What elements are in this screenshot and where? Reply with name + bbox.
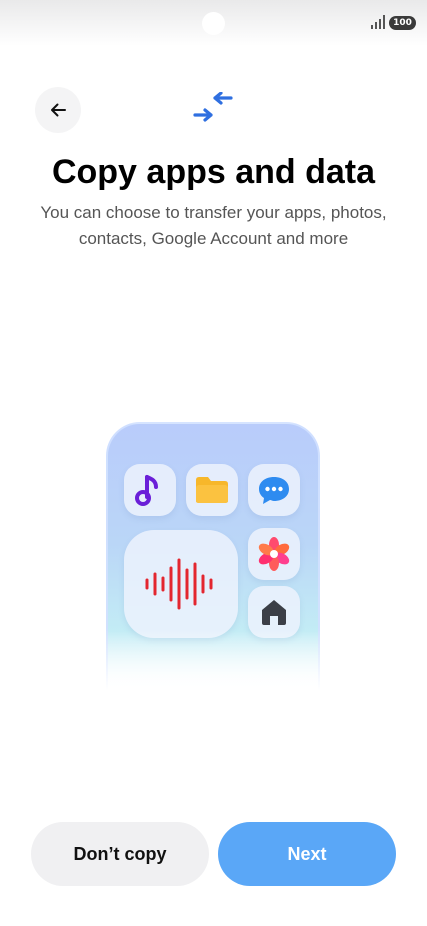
phone-illustration — [106, 422, 320, 690]
back-button[interactable] — [35, 87, 81, 133]
front-camera — [202, 12, 225, 35]
music-icon — [135, 475, 158, 506]
arrow-left-icon — [51, 103, 66, 117]
messages-app-tile — [248, 464, 300, 516]
sound-recorder-icon — [145, 558, 213, 610]
battery-level: 100 — [393, 18, 412, 28]
files-app-tile — [186, 464, 238, 516]
transfer-arrows-icon — [193, 92, 233, 122]
status-bar: 100 — [0, 0, 427, 46]
folder-icon — [196, 477, 228, 503]
home-icon — [262, 600, 286, 625]
gallery-app-tile — [248, 528, 300, 580]
music-app-tile — [124, 464, 176, 516]
recorder-app-tile — [124, 530, 238, 638]
messages-icon — [259, 477, 289, 504]
page-subtitle: You can choose to transfer your apps, ph… — [40, 203, 387, 248]
phone-fade — [106, 630, 320, 690]
gallery-icon — [258, 537, 290, 571]
dont-copy-button[interactable]: Don’t copy — [31, 822, 209, 886]
battery-icon: 100 — [389, 16, 416, 30]
signal-icon — [371, 15, 385, 29]
page-title: Copy apps and data — [51, 153, 376, 191]
next-button[interactable]: Next — [218, 822, 396, 886]
